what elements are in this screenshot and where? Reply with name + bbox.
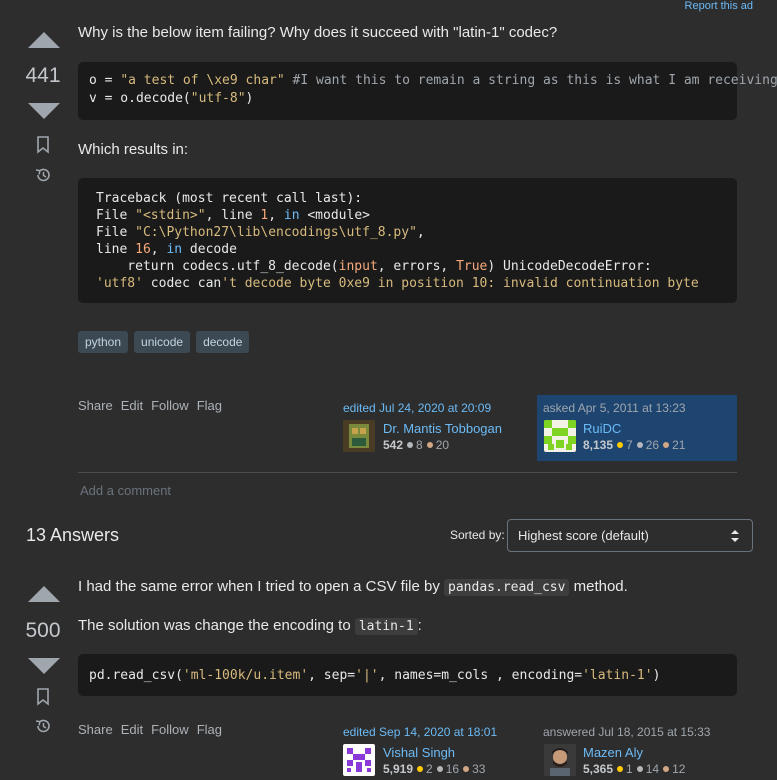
answer-author-card: answered Jul 18, 2015 at 15:33 Mazen Aly… [537,719,737,780]
question-actions: Share Edit Follow Flag [78,398,222,413]
editor-name[interactable]: Dr. Mantis Tobbogan [383,421,502,436]
asker-reputation: 8,135 7 26 21 [583,438,685,452]
code-line: File "C:\Python27\lib\encodings\utf_8.py… [96,225,425,240]
follow-link[interactable]: Follow [151,398,189,413]
tag-list: python unicode decode [78,331,250,353]
question-code-block: o = "a test of \xe9 char" #I want this t… [78,62,777,120]
answer-downvote-icon[interactable] [28,658,60,674]
question-score: 441 [25,64,61,87]
silver-badge-count: 26 [645,438,660,452]
asker-name[interactable]: RuiDC [583,421,621,436]
editor-card: edited Jul 24, 2020 at 20:09 Dr. Mantis … [337,395,527,459]
bronze-badge-icon [663,442,670,448]
report-ad-link[interactable]: Report this ad [685,0,753,12]
edit-link[interactable]: Edit [121,398,143,413]
gold-badge-icon [417,766,424,772]
code-line: o = "a test of \xe9 char" #I want this t… [89,73,777,88]
question-upvote-icon[interactable] [28,32,60,48]
asker-card: asked Apr 5, 2011 at 13:23 RuiDC 8,135 7 2… [537,395,737,461]
tag-unicode[interactable]: unicode [134,331,191,353]
reputation-score: 542 [383,438,404,452]
silver-badge-icon [407,442,414,448]
history-icon[interactable] [34,166,52,184]
tag-decode[interactable]: decode [196,331,250,353]
answer-author-reputation: 5,365 1 14 12 [583,762,685,776]
bronze-badge-count: 21 [672,438,686,452]
edited-timestamp[interactable]: edited Jul 24, 2020 at 20:09 [343,401,521,415]
history-icon[interactable] [34,717,52,735]
bronze-badge-icon [663,766,670,772]
answer-actions: Share Edit Follow Flag [78,722,222,737]
silver-badge-icon [636,766,643,772]
answer-code-block: pd.read_csv('ml-100k/u.item', sep='|', n… [78,654,737,696]
answers-count-heading: 13 Answers [26,525,120,545]
share-link[interactable]: Share [78,398,113,413]
sort-selected-value: Highest score (default) [518,528,649,543]
asker-avatar[interactable] [544,420,576,452]
silver-badge-count: 14 [645,762,660,776]
bookmark-icon[interactable] [36,136,50,154]
answered-timestamp: answered Jul 18, 2015 at 15:33 [543,725,711,739]
gold-badge-count: 1 [626,762,633,776]
traceback-code-block: Traceback (most recent call last): File … [78,178,737,303]
sort-chevron-icon [731,530,739,542]
edited-timestamp[interactable]: edited Sep 14, 2020 at 18:01 [343,725,521,739]
comments-divider [78,472,737,473]
bronze-badge-icon [463,766,470,772]
gold-badge-count: 7 [626,438,633,452]
reputation-score: 5,365 [583,762,614,776]
code-line: line 16, in decode [96,242,237,257]
answer-paragraph: The solution was change the encoding to … [78,617,422,635]
answer-score: 500 [25,619,61,642]
answer-editor-card: edited Sep 14, 2020 at 18:01 Vishal Sing… [337,719,527,780]
follow-link[interactable]: Follow [151,722,189,737]
code-line: Traceback (most recent call last): [96,191,363,206]
code-line: return codecs.utf_8_decode(input, errors… [96,259,652,274]
code-line: v = o.decode("utf-8") [89,91,254,106]
flag-link[interactable]: Flag [197,722,222,737]
answer-editor-name[interactable]: Vishal Singh [383,745,455,760]
answer-editor-avatar[interactable] [343,744,375,776]
edit-link[interactable]: Edit [121,722,143,737]
code-line: pd.read_csv('ml-100k/u.item', sep='|', n… [89,668,661,683]
answer-author-name[interactable]: Mazen Aly [583,745,643,760]
code-line: File "<stdin>", line 1, in <module> [96,208,370,223]
silver-badge-icon [636,442,643,448]
inline-code: pandas.read_csv [444,579,570,596]
bookmark-icon[interactable] [36,688,50,706]
bronze-badge-count: 33 [472,762,486,776]
bronze-badge-icon [426,442,433,448]
question-downvote-icon[interactable] [28,103,60,119]
silver-badge-count: 16 [445,762,460,776]
answer-paragraph: I had the same error when I tried to ope… [78,578,628,596]
silver-badge-icon [436,766,443,772]
flag-link[interactable]: Flag [197,398,222,413]
answer-upvote-icon[interactable] [28,586,60,602]
bronze-badge-count: 20 [435,438,450,452]
gold-badge-icon [617,766,624,772]
code-line: 'utf8' codec can't decode byte 0xe9 in p… [96,276,699,291]
question-body-line: Why is the below item failing? Why does … [78,24,558,41]
reputation-score: 5,919 [383,762,414,776]
editor-reputation: 542 8 20 [383,438,449,452]
sort-select[interactable]: Highest score (default) [507,519,753,552]
tag-python[interactable]: python [78,331,129,353]
bronze-badge-count: 12 [672,762,686,776]
sort-label: Sorted by: [450,528,505,542]
asked-timestamp: asked Apr 5, 2011 at 13:23 [543,401,686,415]
gold-badge-icon [617,442,624,448]
add-comment-link[interactable]: Add a comment [80,483,171,498]
answer-author-avatar[interactable] [544,744,576,776]
share-link[interactable]: Share [78,722,113,737]
gold-badge-count: 2 [426,762,433,776]
answer-editor-reputation: 5,919 2 16 33 [383,762,485,776]
silver-badge-count: 8 [416,438,423,452]
editor-avatar[interactable] [343,420,375,452]
results-text: Which results in: [78,141,189,158]
reputation-score: 8,135 [583,438,614,452]
inline-code: latin-1 [354,618,418,635]
